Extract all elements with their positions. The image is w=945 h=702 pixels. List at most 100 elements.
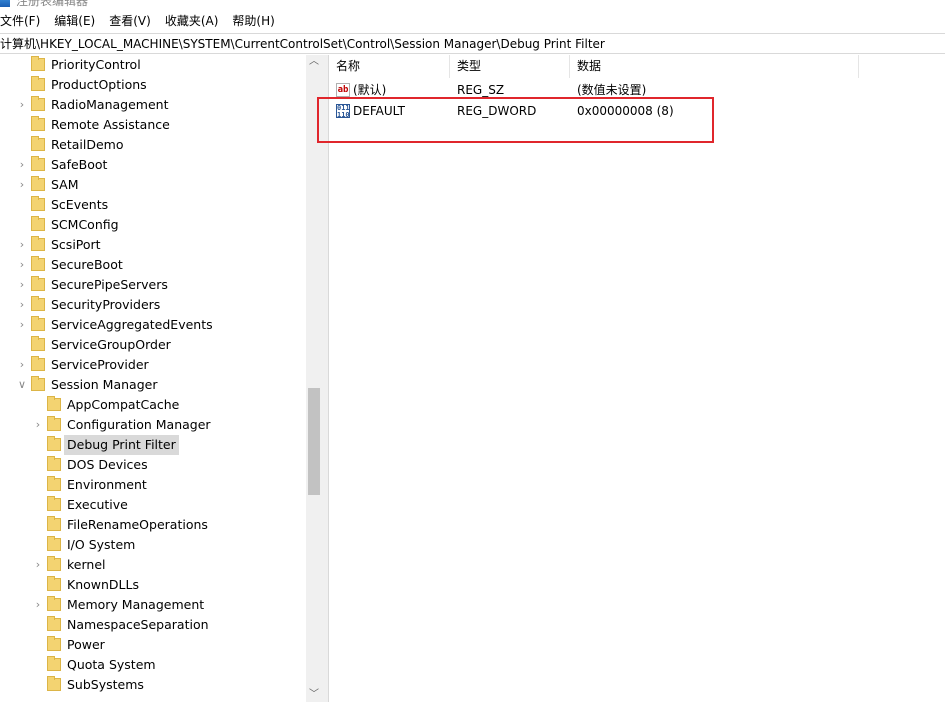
tree-item[interactable]: Executive xyxy=(0,495,306,515)
tree-item[interactable]: › SecurityProviders xyxy=(0,295,306,315)
tree-item-label: AppCompatCache xyxy=(67,397,180,412)
folder-icon xyxy=(31,236,45,251)
menu-help[interactable]: 帮助(H) xyxy=(232,12,284,29)
tree-item[interactable]: ServiceGroupOrder xyxy=(0,335,306,355)
value-row[interactable]: ab (默认) REG_SZ (数值未设置) xyxy=(329,80,945,101)
tree-item[interactable]: › SAM xyxy=(0,175,306,195)
tree-item-label: RetailDemo xyxy=(51,137,124,152)
folder-icon xyxy=(47,596,61,611)
tree-item-label: kernel xyxy=(67,557,106,572)
tree-item[interactable]: › kernel xyxy=(0,555,306,575)
tree-item[interactable]: › Configuration Manager xyxy=(0,415,306,435)
scroll-down-icon[interactable]: ﹀ xyxy=(306,688,322,702)
tree-item[interactable]: RetailDemo xyxy=(0,135,306,155)
string-value-icon: ab xyxy=(336,83,350,97)
tree-item[interactable]: Quota System xyxy=(0,655,306,675)
address-input[interactable] xyxy=(0,35,940,51)
menu-edit[interactable]: 编辑(E) xyxy=(54,12,105,29)
tree-item[interactable]: FileRenameOperations xyxy=(0,515,306,535)
tree-item-label: ServiceGroupOrder xyxy=(51,337,171,352)
key-tree: PriorityControl ProductOptions › RadioManag… xyxy=(0,55,322,702)
column-header-name[interactable]: 名称 xyxy=(329,55,450,78)
tree-item-label: SAM xyxy=(51,177,79,192)
tree-item-label: Memory Management xyxy=(67,597,205,612)
tree-item-label: RadioManagement xyxy=(51,97,169,112)
tree-item[interactable]: AppCompatCache xyxy=(0,395,306,415)
chevron-right-icon[interactable]: › xyxy=(16,315,28,335)
chevron-right-icon[interactable]: › xyxy=(16,175,28,195)
value-data: (数值未设置) xyxy=(577,83,647,97)
tree-item[interactable]: › RadioManagement xyxy=(0,95,306,115)
tree-item[interactable]: NamespaceSeparation xyxy=(0,615,306,635)
tree-item[interactable]: › SafeBoot xyxy=(0,155,306,175)
tree-item-label: ScEvents xyxy=(51,197,109,212)
tree-item-label: Environment xyxy=(67,477,147,492)
tree-item[interactable]: Debug Print Filter xyxy=(0,435,306,455)
chevron-right-icon[interactable]: › xyxy=(16,295,28,315)
tree-item-label: Configuration Manager xyxy=(67,417,211,432)
tree-item[interactable]: ∨ Session Manager xyxy=(0,375,306,395)
chevron-right-icon[interactable]: › xyxy=(16,355,28,375)
tree-item-label: SafeBoot xyxy=(51,157,108,172)
chevron-right-icon[interactable]: › xyxy=(32,555,44,575)
chevron-down-icon[interactable]: ∨ xyxy=(16,375,28,395)
tree-item[interactable]: Power xyxy=(0,635,306,655)
scrollbar-thumb[interactable] xyxy=(308,388,320,495)
menu-file[interactable]: 文件(F) xyxy=(0,12,50,29)
tree-item[interactable]: › Memory Management xyxy=(0,595,306,615)
tree-item[interactable]: ProductOptions xyxy=(0,75,306,95)
chevron-right-icon[interactable]: › xyxy=(32,415,44,435)
folder-icon xyxy=(47,456,61,471)
folder-icon xyxy=(47,636,61,651)
chevron-right-icon[interactable]: › xyxy=(16,255,28,275)
menu-view[interactable]: 查看(V) xyxy=(109,12,161,29)
folder-icon xyxy=(47,436,61,451)
tree-item[interactable]: › SecureBoot xyxy=(0,255,306,275)
tree-item-label: SecurePipeServers xyxy=(51,277,168,292)
folder-icon xyxy=(31,356,45,371)
tree-item-label: Session Manager xyxy=(51,377,158,392)
value-type: REG_DWORD xyxy=(457,104,537,118)
menu-favorites[interactable]: 收藏夹(A) xyxy=(165,12,229,29)
folder-icon xyxy=(31,136,45,151)
tree-item[interactable]: SCMConfig xyxy=(0,215,306,235)
tree-item[interactable]: KnownDLLs xyxy=(0,575,306,595)
address-bar xyxy=(0,33,945,54)
tree-item[interactable]: › ServiceAggregatedEvents xyxy=(0,315,306,335)
value-name: DEFAULT xyxy=(353,104,405,118)
scroll-up-icon[interactable]: ︿ xyxy=(306,55,322,69)
tree-scrollbar[interactable]: ︿ ﹀ xyxy=(306,55,322,702)
folder-icon xyxy=(31,276,45,291)
chevron-right-icon[interactable]: › xyxy=(16,235,28,255)
value-type: REG_SZ xyxy=(457,83,505,97)
chevron-right-icon[interactable]: › xyxy=(16,95,28,115)
value-row[interactable]: 011 110 DEFAULT REG_DWORD 0x00000008 (8) xyxy=(329,101,945,122)
tree-item[interactable]: › SecurePipeServers xyxy=(0,275,306,295)
tree-item-label: SCMConfig xyxy=(51,217,119,232)
folder-icon xyxy=(47,556,61,571)
tree-item[interactable]: PriorityControl xyxy=(0,55,306,75)
chevron-right-icon[interactable]: › xyxy=(16,275,28,295)
folder-icon xyxy=(31,96,45,111)
value-name: (默认) xyxy=(353,83,387,97)
tree-item[interactable]: › ScsiPort xyxy=(0,235,306,255)
chevron-right-icon[interactable]: › xyxy=(32,595,44,615)
column-header-data[interactable]: 数据 xyxy=(570,55,859,78)
tree-item[interactable]: SubSystems xyxy=(0,675,306,695)
folder-icon xyxy=(31,176,45,191)
folder-icon xyxy=(47,476,61,491)
tree-item[interactable]: Remote Assistance xyxy=(0,115,306,135)
pane-splitter[interactable] xyxy=(322,55,329,702)
tree-item[interactable]: I/O System xyxy=(0,535,306,555)
folder-icon xyxy=(47,536,61,551)
tree-item[interactable]: › ServiceProvider xyxy=(0,355,306,375)
folder-icon xyxy=(31,376,45,391)
binary-value-icon: 011 110 xyxy=(336,104,350,119)
tree-item-label: Quota System xyxy=(67,657,156,672)
tree-item[interactable]: ScEvents xyxy=(0,195,306,215)
tree-item[interactable]: DOS Devices xyxy=(0,455,306,475)
tree-item[interactable]: Environment xyxy=(0,475,306,495)
chevron-right-icon[interactable]: › xyxy=(16,155,28,175)
column-header-type[interactable]: 类型 xyxy=(450,55,570,78)
tree-item-label: ServiceAggregatedEvents xyxy=(51,317,213,332)
